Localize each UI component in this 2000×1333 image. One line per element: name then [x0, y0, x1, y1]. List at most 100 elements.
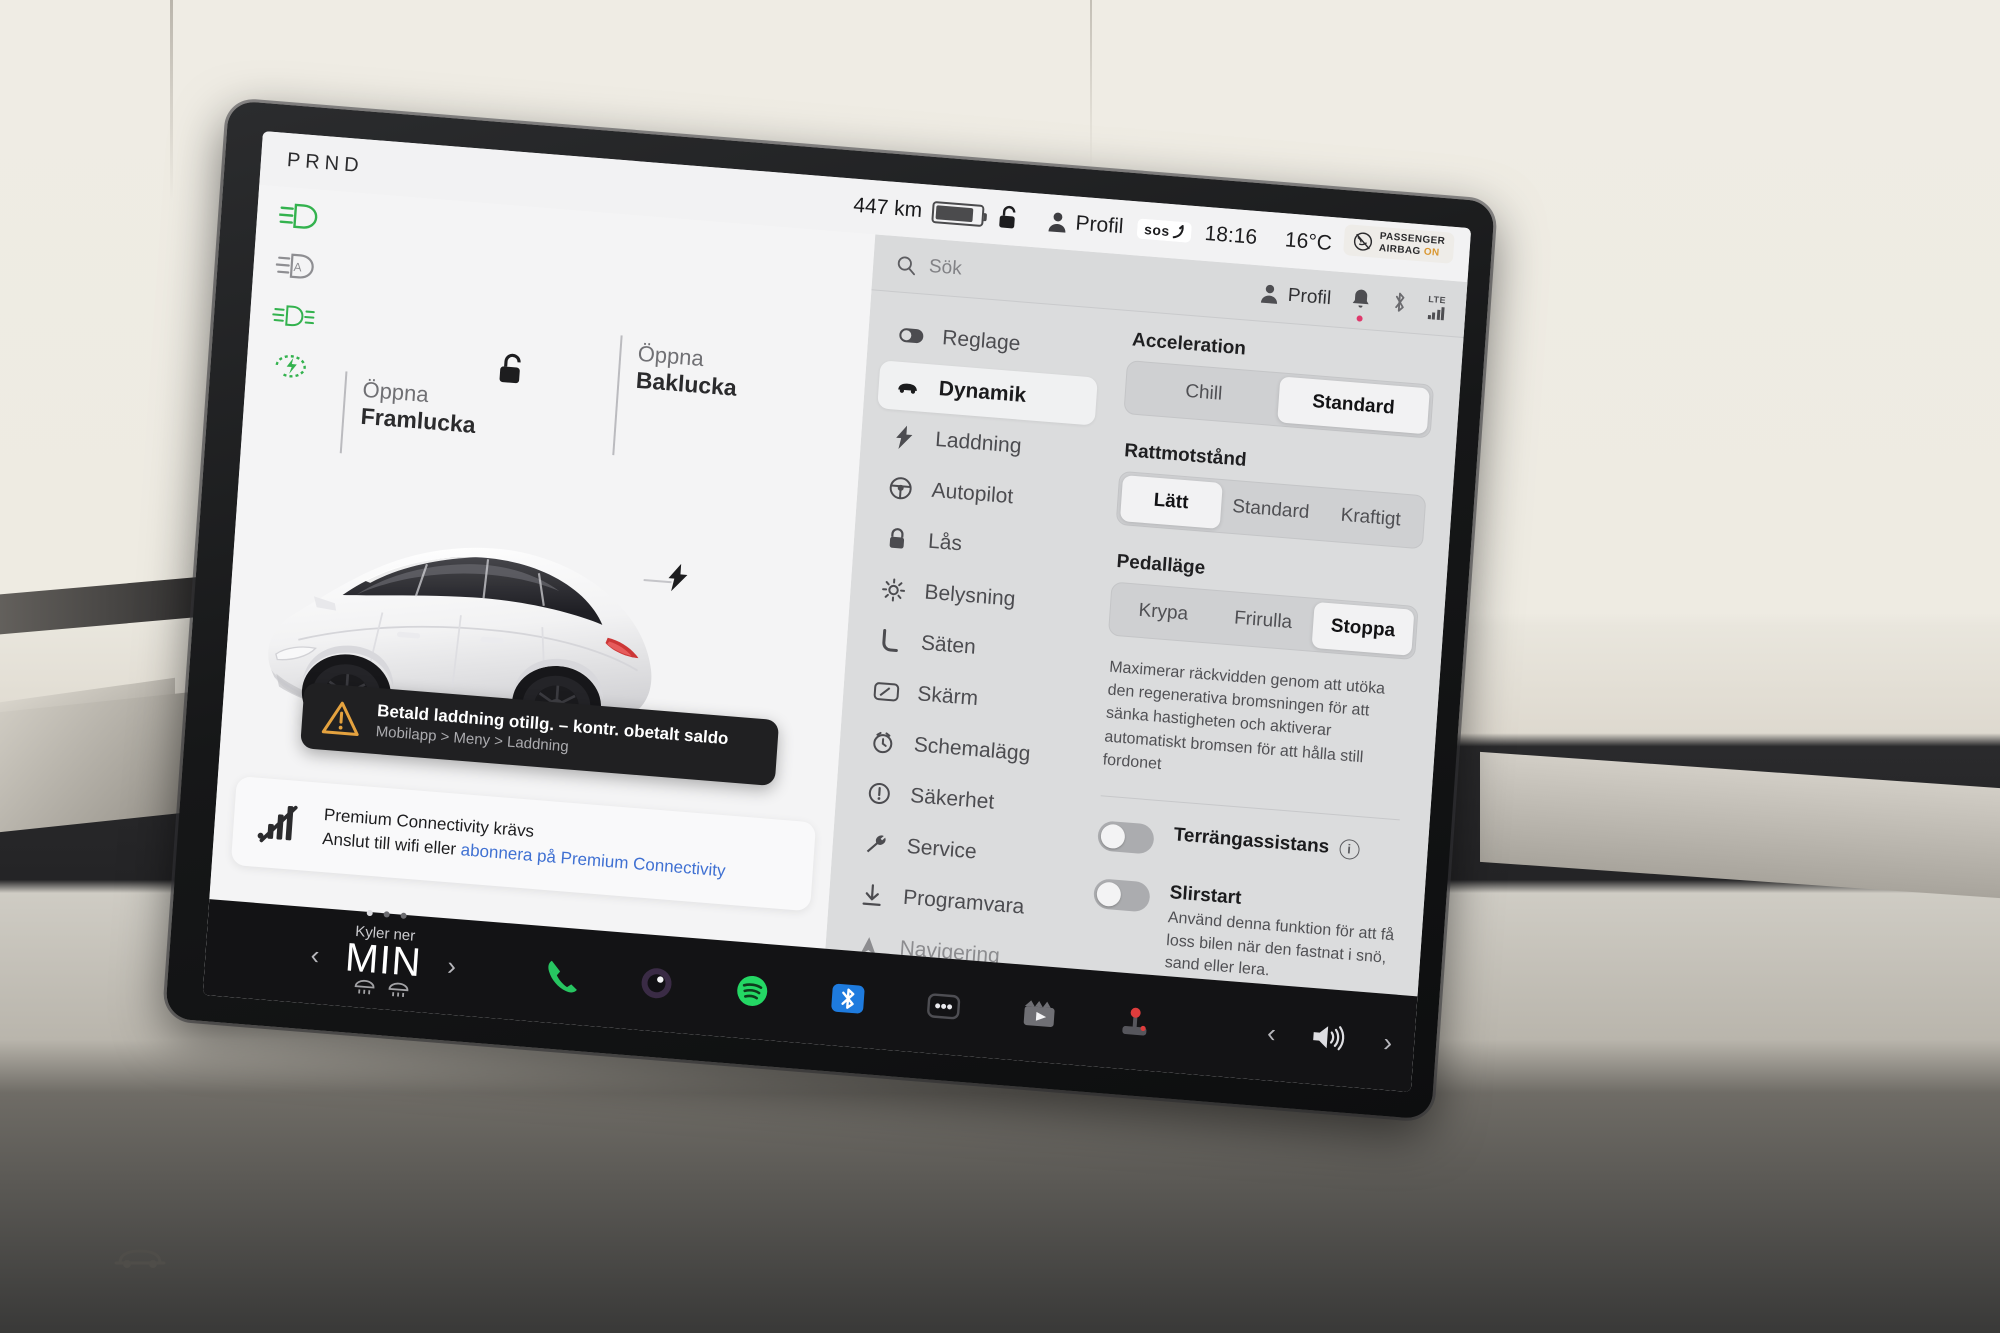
airbag-off-symbol-icon	[1354, 232, 1373, 251]
camera-app-icon[interactable]	[633, 960, 680, 1007]
bluetooth-app-icon[interactable]	[824, 975, 871, 1022]
phone-app-icon[interactable]	[537, 952, 584, 999]
clock-readout: 18:16	[1203, 221, 1258, 250]
cellular-signal-indicator[interactable]: LTE	[1427, 293, 1447, 320]
bluetooth-status-button[interactable]	[1390, 290, 1409, 319]
slip-start-toggle[interactable]	[1092, 878, 1151, 913]
climate-control[interactable]: Kyler ner ‹ MIN ›	[225, 909, 541, 1010]
passenger-seat-heater-icon[interactable]	[387, 980, 410, 1000]
signal-bars-icon	[1427, 306, 1445, 320]
theater-app-icon[interactable]	[1016, 990, 1063, 1037]
info-circle-icon[interactable]: i	[1338, 838, 1360, 861]
bell-icon	[1352, 289, 1369, 308]
vehicle-unlock-button[interactable]	[496, 351, 528, 387]
spotify-app-icon[interactable]	[729, 967, 776, 1014]
more-apps-icon[interactable]	[920, 983, 967, 1030]
search-input[interactable]	[928, 255, 1249, 303]
steering-option-latt[interactable]: Lätt	[1119, 475, 1223, 529]
passenger-airbag-indicator: PASSENGER AIRBAG ON	[1343, 224, 1455, 264]
low-beam-headlight-icon	[278, 203, 318, 229]
vehicle-visualization-pane: A Öppna Framlucka Öppna Baklucka Betald …	[209, 184, 876, 949]
lock-status-button[interactable]	[997, 204, 1021, 232]
profile-label: Profil	[1074, 211, 1125, 239]
wrench-icon	[862, 830, 890, 858]
steering-option-kraftigt[interactable]: Kraftigt	[1319, 491, 1422, 545]
sun-brightness-icon	[880, 576, 908, 604]
auto-highbeam-icon: A	[275, 253, 314, 279]
sos-label: sos	[1143, 221, 1171, 240]
dynamics-settings-panel: Acceleration Chill Standard Rattmotstånd…	[1068, 310, 1463, 996]
sidebar-item-label: Säkerhet	[909, 784, 995, 814]
lightning-bolt-icon	[890, 423, 918, 451]
sidebar-item-label: Reglage	[941, 326, 1022, 356]
svg-text:A: A	[293, 260, 302, 275]
network-type-label: LTE	[1427, 293, 1447, 305]
sidebar-item-label: Belysning	[923, 580, 1017, 611]
sidebar-item-label: Dynamik	[938, 377, 1027, 408]
download-arrow-icon	[858, 881, 886, 909]
sos-curve-icon	[1172, 224, 1184, 239]
tesla-touchscreen: PRND 447 km Profil sos 18:16 16°C PASSEN…	[202, 131, 1472, 1093]
volume-increase-button[interactable]: ›	[1382, 1026, 1394, 1058]
range-readout: 447 km	[852, 193, 923, 223]
offroad-assist-row[interactable]: Terrängassistans i	[1093, 818, 1403, 875]
exclamation-circle-icon	[866, 780, 894, 808]
no-signal-icon	[257, 806, 298, 843]
speaker-volume-icon[interactable]	[1309, 1020, 1351, 1055]
pedal-option-frirulla[interactable]: Frirulla	[1212, 594, 1315, 648]
notifications-button[interactable]	[1350, 287, 1372, 322]
pedal-hint-text: Maximerar räckvidden genom att utöka den…	[1102, 658, 1386, 773]
offroad-assist-toggle[interactable]	[1096, 820, 1155, 855]
climate-increase-button[interactable]: ›	[446, 950, 457, 982]
person-icon	[1048, 212, 1066, 233]
steering-option-standard[interactable]: Standard	[1219, 483, 1322, 537]
settings-pane: Profil LT	[825, 234, 1468, 997]
settings-menu-list: Reglage Dynamik Laddning Autopilot Lås B…	[825, 290, 1114, 968]
seat-icon	[876, 627, 904, 655]
indicator-lamp-column: A	[268, 201, 324, 382]
fog-light-icon	[272, 305, 315, 327]
outside-temperature: 16°C	[1284, 228, 1333, 256]
toggle-switch-icon	[898, 322, 926, 350]
warning-triangle-icon	[322, 701, 360, 736]
battery-gauge	[931, 200, 985, 228]
pedal-option-stoppa[interactable]: Stoppa	[1311, 601, 1415, 656]
offroad-assist-label: Terrängassistans	[1173, 824, 1330, 858]
steering-wheel-icon	[887, 474, 915, 502]
display-screen-icon	[873, 678, 901, 706]
driver-seat-heater-icon[interactable]	[353, 977, 376, 997]
driver-profile-button[interactable]: Profil	[1047, 209, 1124, 239]
sidebar-item-label: Service	[906, 834, 978, 864]
panel-divider	[1100, 795, 1400, 821]
settings-profile-label: Profil	[1287, 284, 1332, 309]
toybox-app-icon[interactable]	[1111, 998, 1158, 1045]
volume-decrease-button[interactable]: ‹	[1266, 1017, 1277, 1049]
notification-dot	[1356, 315, 1363, 322]
regen-charge-icon	[275, 355, 306, 378]
sidebar-item-label: Säten	[920, 631, 977, 659]
sidebar-item-label: Skärm	[916, 682, 979, 711]
sidebar-item-label: Lås	[927, 529, 963, 556]
settings-profile-button[interactable]: Profil	[1259, 282, 1332, 310]
airbag-line-2: AIRBAG	[1378, 242, 1422, 257]
acceleration-option-chill[interactable]: Chill	[1127, 364, 1280, 422]
unlocked-padlock-icon	[999, 205, 1016, 229]
volume-control[interactable]: ‹ ›	[1156, 1008, 1394, 1059]
car-side-icon	[894, 373, 922, 401]
car-dashboard-icon	[114, 1249, 166, 1268]
acceleration-option-standard[interactable]: Standard	[1276, 376, 1430, 435]
sos-button[interactable]: sos	[1136, 218, 1192, 243]
airbag-state: ON	[1423, 246, 1440, 259]
bluetooth-icon	[1395, 292, 1405, 312]
person-icon	[1260, 284, 1277, 304]
tesla-touchscreen-bezel: PRND 447 km Profil sos 18:16 16°C PASSEN…	[164, 100, 1496, 1120]
rear-trunk-control[interactable]: Öppna Baklucka	[612, 335, 739, 456]
climate-decrease-button[interactable]: ‹	[310, 939, 321, 971]
gear-indicator-prnd: PRND	[286, 148, 365, 177]
sidebar-item-label: Schemalägg	[913, 733, 1032, 766]
sidebar-item-label: Autopilot	[930, 478, 1014, 509]
slip-start-label: Slirstart	[1168, 882, 1243, 909]
pedal-option-krypa[interactable]: Krypa	[1112, 586, 1215, 640]
sidebar-item-label: Laddning	[934, 427, 1023, 458]
clock-schedule-icon	[869, 729, 897, 757]
